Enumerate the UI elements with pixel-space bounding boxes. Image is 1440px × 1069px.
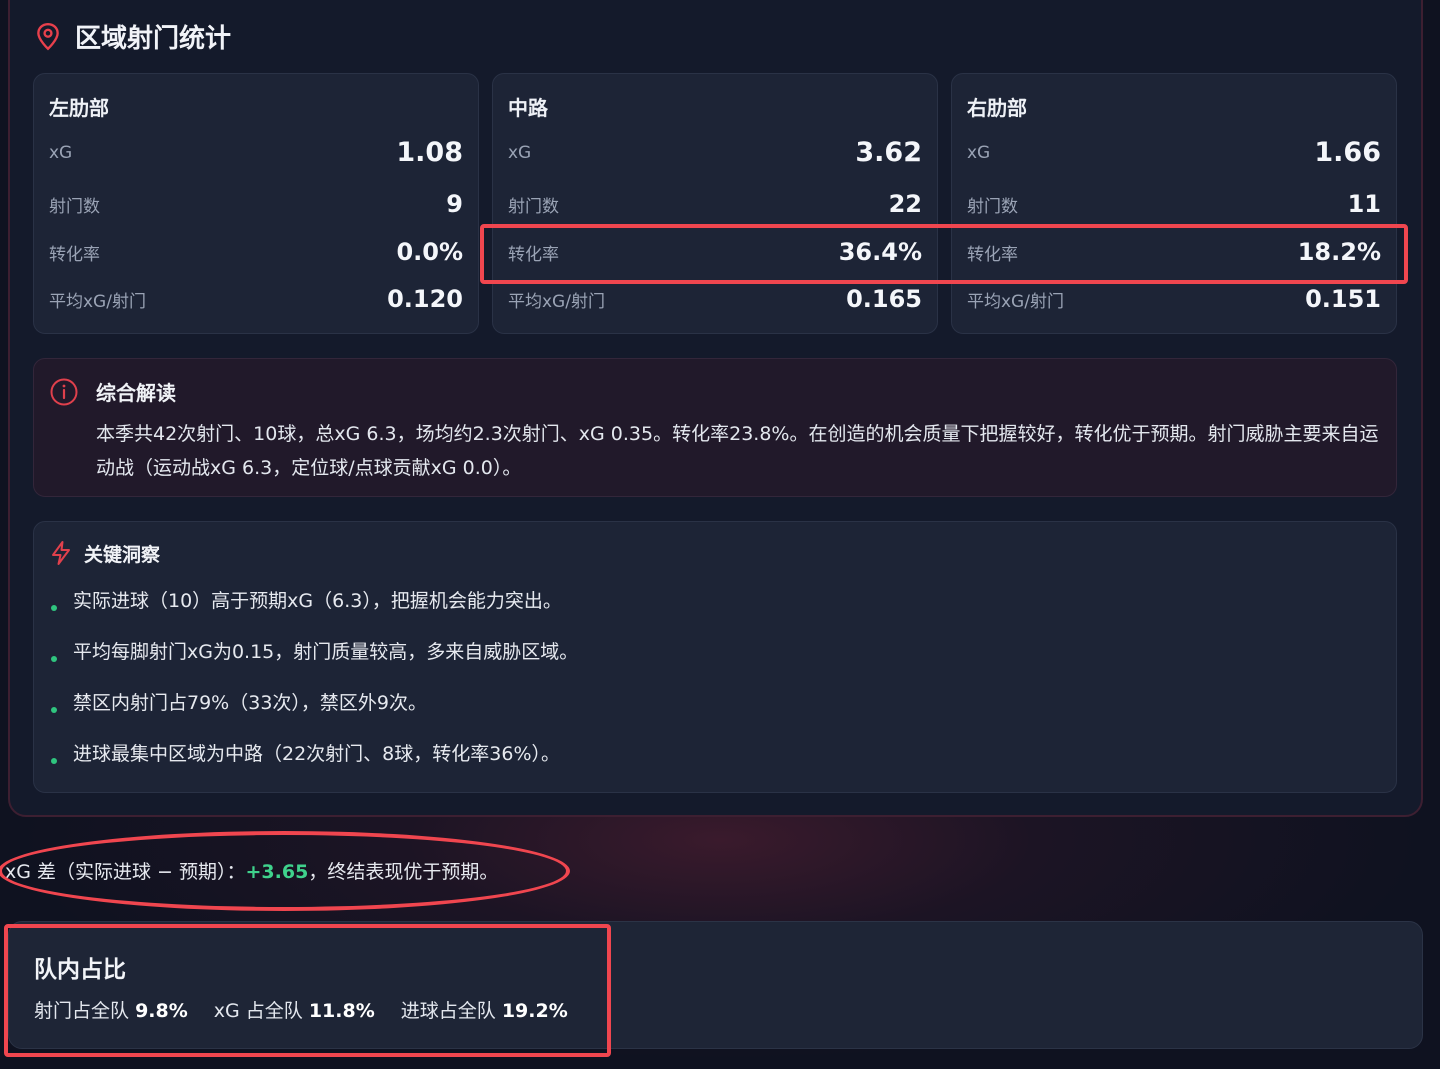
stat-row-xg: xG 1.08 (49, 137, 463, 168)
insight-text: 平均每脚射门xG为0.15，射门质量较高，多来自威胁区域。 (73, 641, 579, 663)
stat-value: 18.2% (1297, 238, 1381, 266)
stat-value: 22 (888, 190, 922, 218)
center-card-body: xG 3.62 射门数 22 转化率 36.4% 平均xG/射门 0.165 (492, 73, 938, 334)
list-item: 平均每脚射门xG为0.15，射门质量较高，多来自威胁区域。 (49, 633, 578, 684)
stat-label: xG (967, 142, 991, 163)
team-share-panel: 队内占比 射门占全队 9.8% xG 占全队 11.8% 进球占全队 19.2% (8, 921, 1423, 1049)
stat-label: 射门数 (967, 196, 1018, 217)
xg-share-label: xG 占全队 (213, 1000, 303, 1022)
goals-share-value: 19.2% (501, 1000, 568, 1022)
bullet-dot-icon (51, 656, 57, 662)
stat-value: 36.4% (838, 238, 922, 266)
stat-value: 9 (446, 190, 463, 218)
stat-value: 0.120 (387, 285, 463, 313)
stat-row-avg-xg: 平均xG/射门 0.120 (49, 285, 463, 313)
stat-row-avg-xg: 平均xG/射门 0.151 (967, 285, 1381, 313)
goals-share-label: 进球占全队 (400, 1000, 496, 1022)
xg-share-value: 11.8% (308, 1000, 375, 1022)
stat-label: 射门数 (508, 196, 559, 217)
stat-label: 平均xG/射门 (49, 291, 146, 312)
stat-label: 转化率 (508, 244, 559, 265)
stat-row-shots: 射门数 9 (49, 190, 463, 218)
bullet-dot-icon (51, 605, 57, 611)
shots-share-value: 9.8% (135, 1000, 188, 1022)
stat-value: 0.165 (846, 285, 922, 313)
list-item: 实际进球（10）高于预期xG（6.3），把握机会能力突出。 (49, 582, 578, 633)
xg-diff-value: +3.65 (245, 861, 309, 883)
stat-value: 0.151 (1305, 285, 1381, 313)
list-item: 禁区内射门占79%（33次），禁区外9次。 (49, 684, 578, 735)
insights-title: 关键洞察 (84, 544, 161, 566)
stat-label: 转化率 (49, 244, 100, 265)
stat-label: 平均xG/射门 (967, 291, 1064, 312)
stat-row-avg-xg: 平均xG/射门 0.165 (508, 285, 922, 313)
stat-row-conversion: 转化率 36.4% (508, 238, 922, 266)
info-icon (50, 378, 78, 406)
insight-text: 进球最集中区域为中路（22次射门、8球，转化率36%）。 (73, 743, 560, 765)
shots-share-label: 射门占全队 (34, 1000, 130, 1022)
insights-box: 关键洞察 实际进球（10）高于预期xG（6.3），把握机会能力突出。 平均每脚射… (33, 521, 1397, 793)
stat-label: 平均xG/射门 (508, 291, 605, 312)
xg-diff-prefix: xG 差（实际进球 − 预期）： (5, 861, 246, 883)
team-share-title: 队内占比 (34, 957, 126, 983)
stat-label: xG (508, 142, 532, 163)
stat-label: 转化率 (967, 244, 1018, 265)
stat-value: 1.66 (1314, 137, 1381, 168)
summary-box: 综合解读 本季共42次射门、10球，总xG 6.3，场均约2.3次射门、xG 0… (33, 358, 1397, 497)
stat-value: 3.62 (855, 137, 922, 168)
list-item: 进球最集中区域为中路（22次射门、8球，转化率36%）。 (49, 735, 578, 786)
stat-value: 11 (1347, 190, 1381, 218)
stat-value: 0.0% (396, 238, 463, 266)
stat-row-xg: xG 1.66 (967, 137, 1381, 168)
xg-difference-line: xG 差（实际进球 − 预期）：+3.65，终结表现优于预期。 (5, 857, 498, 884)
stat-row-xg: xG 3.62 (508, 137, 922, 168)
lightning-icon (52, 541, 70, 565)
insight-text: 禁区内射门占79%（33次），禁区外9次。 (73, 692, 427, 714)
stat-label: 射门数 (49, 196, 100, 217)
stat-row-conversion: 转化率 18.2% (967, 238, 1381, 266)
left-card-body: xG 1.08 射门数 9 转化率 0.0% 平均xG/射门 0.120 (33, 73, 479, 334)
insight-text: 实际进球（10）高于预期xG（6.3），把握机会能力突出。 (73, 590, 562, 612)
stat-value: 1.08 (396, 137, 463, 168)
stat-label: xG (49, 142, 73, 163)
summary-title: 综合解读 (96, 381, 176, 405)
bullet-dot-icon (51, 707, 57, 713)
summary-text: 本季共42次射门、10球，总xG 6.3，场均约2.3次射门、xG 0.35。转… (96, 423, 1379, 479)
xg-diff-suffix: ，终结表现优于预期。 (308, 861, 499, 883)
stat-row-shots: 射门数 11 (967, 190, 1381, 218)
stat-row-shots: 射门数 22 (508, 190, 922, 218)
insights-list: 实际进球（10）高于预期xG（6.3），把握机会能力突出。 平均每脚射门xG为0… (49, 582, 578, 786)
right-card-body: xG 1.66 射门数 11 转化率 18.2% 平均xG/射门 0.151 (951, 73, 1397, 334)
bullet-dot-icon (51, 758, 57, 764)
team-share-stats: 射门占全队 9.8% xG 占全队 11.8% 进球占全队 19.2% (34, 996, 594, 1023)
stat-row-conversion: 转化率 0.0% (49, 238, 463, 266)
